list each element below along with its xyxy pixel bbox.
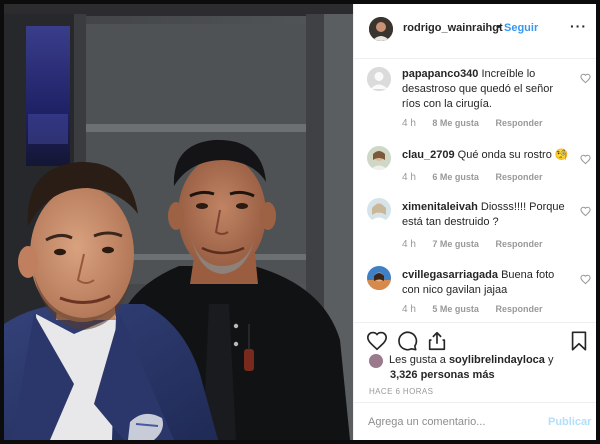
comment-username[interactable]: cvillegasarriagada — [402, 269, 498, 281]
comment-likes[interactable]: 7 Me gusta — [432, 239, 479, 249]
comment-time: 4 h — [402, 304, 416, 315]
comment-likes[interactable]: 5 Me gusta — [432, 304, 479, 314]
comment-likes[interactable]: 6 Me gusta — [432, 172, 479, 182]
instagram-post: rodrigo_wainraihgt • Seguir ··· papapanc… — [4, 4, 596, 440]
comment-avatar[interactable] — [367, 146, 391, 170]
likes-conj: y — [547, 354, 554, 366]
share-icon[interactable] — [426, 330, 448, 352]
comment-avatar-image — [367, 266, 391, 290]
heart-icon[interactable] — [580, 73, 591, 84]
likes-count[interactable]: 3,326 personas más — [390, 369, 495, 381]
comment-text: ximenitaleivah Diosss!!!! Porque está ta… — [402, 200, 572, 230]
post-photo[interactable] — [4, 4, 353, 440]
reply-button[interactable]: Responder — [495, 118, 542, 128]
comment-bubble-icon[interactable] — [396, 330, 418, 352]
comment-time: 4 h — [402, 239, 416, 250]
comment-avatar[interactable] — [367, 266, 391, 290]
comment-meta: 4 h 7 Me gusta Responder — [402, 239, 556, 250]
comment-avatar-image — [367, 198, 391, 222]
heart-icon[interactable] — [580, 154, 591, 165]
comment-body: Qué onda su rostro — [457, 149, 552, 161]
author-avatar[interactable] — [369, 17, 393, 41]
comment-meta: 4 h 8 Me gusta Responder — [402, 118, 556, 129]
selfie-illustration — [4, 4, 353, 440]
comment-meta: 4 h 6 Me gusta Responder — [402, 172, 556, 183]
more-options-icon[interactable]: ··· — [570, 18, 587, 34]
reply-button[interactable]: Responder — [495, 239, 542, 249]
screenshot-frame: rodrigo_wainraihgt • Seguir ··· papapanc… — [0, 0, 600, 444]
liker-avatar[interactable] — [369, 354, 383, 368]
post-timestamp: HACE 6 HORAS — [369, 387, 434, 396]
post-side-panel: rodrigo_wainraihgt • Seguir ··· papapanc… — [353, 4, 596, 440]
heart-icon[interactable] — [580, 274, 591, 285]
heart-icon[interactable] — [366, 330, 388, 352]
comment-likes[interactable]: 8 Me gusta — [432, 118, 479, 128]
comment-username[interactable]: ximenitaleivah — [402, 201, 478, 213]
comment-text: papapanco340 Increíble lo desastroso que… — [402, 67, 572, 112]
comment-username[interactable]: clau_2709 — [402, 149, 455, 161]
author-username[interactable]: rodrigo_wainraihgt — [403, 22, 503, 34]
comment-avatar[interactable] — [367, 67, 391, 91]
publish-button[interactable]: Publicar — [548, 416, 591, 428]
author-avatar-image — [369, 17, 393, 41]
comment-time: 4 h — [402, 172, 416, 183]
header-separator-dot: • — [497, 21, 501, 33]
thinking-face-emoji: 🧐 — [554, 149, 569, 161]
bookmark-icon[interactable] — [568, 330, 590, 352]
comment-text: cvillegasarriagada Buena foto con nico g… — [402, 268, 572, 298]
follow-button[interactable]: Seguir — [504, 22, 538, 34]
likes-summary: Les gusta a soylibrelindayloca y — [389, 354, 553, 366]
post-header: rodrigo_wainraihgt • Seguir ··· — [354, 4, 596, 59]
add-comment-bar: Publicar — [354, 402, 596, 440]
reply-button[interactable]: Responder — [495, 172, 542, 182]
liker-username[interactable]: soylibrelindayloca — [449, 354, 545, 366]
comment-input[interactable] — [368, 413, 528, 431]
comment-time: 4 h — [402, 118, 416, 129]
reply-button[interactable]: Responder — [495, 304, 542, 314]
comment-meta: 4 h 5 Me gusta Responder — [402, 304, 556, 315]
comment-username[interactable]: papapanco340 — [402, 68, 478, 80]
comment-text: clau_2709 Qué onda su rostro 🧐 — [402, 148, 572, 163]
comment-avatar[interactable] — [367, 198, 391, 222]
heart-icon[interactable] — [580, 206, 591, 217]
likes-prefix: Les gusta a — [389, 354, 446, 366]
comment-avatar-image — [367, 146, 391, 170]
default-avatar-icon — [367, 67, 391, 91]
